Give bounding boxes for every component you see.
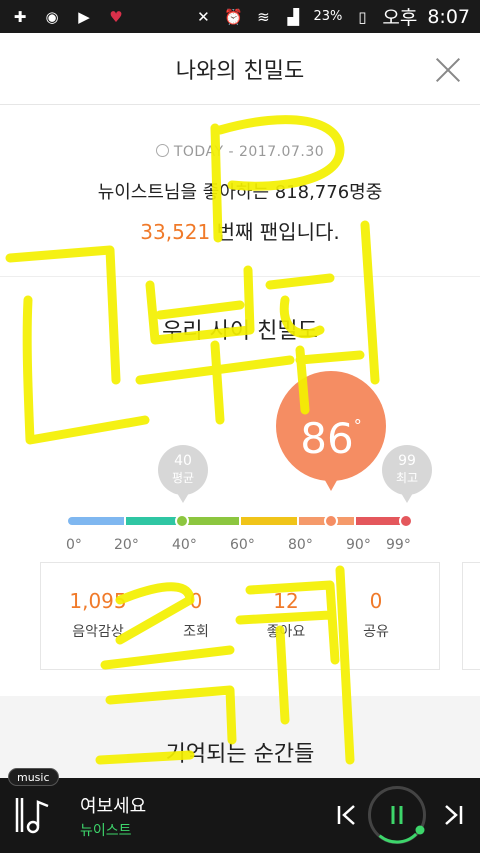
intimacy-section-title: 우리 사이 친밀도 bbox=[162, 319, 318, 344]
current-temperature-bubble: 86° bbox=[276, 371, 386, 481]
gauge-ticks: 0° 20° 40° 60° 80° 90° 99° bbox=[0, 537, 480, 557]
fan-count-text: 뉴이스트님을 좋아하는 818,776명중 bbox=[97, 182, 383, 203]
tick-label: 99° bbox=[386, 537, 411, 553]
page-header: 나와의 친밀도 bbox=[0, 33, 480, 105]
current-temperature-value: 86 bbox=[300, 414, 354, 463]
signal-icon: ▟ bbox=[287, 7, 300, 26]
degree-symbol: ° bbox=[353, 416, 362, 435]
rank-card: TODAY - 2017.07.30 뉴이스트님을 좋아하는 818,776명중… bbox=[0, 106, 480, 276]
battery-icon: ▯ bbox=[358, 7, 367, 26]
fan-rank-number: 33,521 bbox=[140, 220, 211, 244]
clock-icon bbox=[155, 144, 169, 157]
play-circle-icon: ▶ bbox=[78, 7, 90, 26]
best-pin-pointer bbox=[401, 493, 413, 503]
next-track-button[interactable] bbox=[440, 802, 466, 828]
tick-label: 80° bbox=[288, 537, 313, 553]
average-pin: 40 평균 bbox=[158, 445, 208, 495]
alarm-icon: ⏰ bbox=[224, 7, 243, 26]
bubble-pointer bbox=[322, 475, 340, 491]
battery-percent: 23% bbox=[313, 9, 343, 24]
clock-time: 8:07 bbox=[427, 5, 470, 28]
stat-label: 좋아요 bbox=[266, 624, 306, 640]
previous-track-button[interactable] bbox=[334, 802, 360, 828]
temperature-gauge bbox=[68, 517, 412, 525]
tick-label: 60° bbox=[230, 537, 255, 553]
fan-rank-text: 33,521 번째 팬입니다. bbox=[0, 216, 480, 245]
stat-label: 공유 bbox=[363, 624, 389, 640]
activity-stats-card[interactable]: 1,095 음악감상 0 조회 12 좋아요 0 공유 bbox=[40, 562, 440, 670]
fan-rank-suffix: 번째 팬입니다. bbox=[210, 220, 340, 244]
average-label: 평균 bbox=[171, 471, 195, 485]
heart-icon: ♥ bbox=[109, 7, 123, 26]
next-card-peek[interactable] bbox=[462, 562, 480, 670]
mute-icon: ✕ bbox=[197, 7, 210, 26]
stat-listening: 1,095 음악감상 bbox=[53, 589, 143, 641]
page-title: 나와의 친밀도 bbox=[175, 58, 305, 84]
music-badge: music bbox=[8, 768, 59, 786]
music-player[interactable]: 여보세요 뉴이스트 bbox=[0, 778, 480, 853]
wifi-icon: ≋ bbox=[257, 7, 270, 26]
stat-value: 12 bbox=[273, 589, 299, 613]
intimacy-content[interactable]: TODAY - 2017.07.30 뉴이스트님을 좋아하는 818,776명중… bbox=[0, 106, 480, 778]
best-label: 최고 bbox=[395, 471, 419, 485]
stat-value: 0 bbox=[369, 589, 383, 613]
moments-section-title: 기억되는 순간들 bbox=[165, 742, 315, 767]
status-bar: ✚ ◉ ▶ ♥ ✕ ⏰ ≋ ▟ 23% ▯ 오후 8:07 bbox=[0, 0, 480, 33]
music-app-icon: ◉ bbox=[45, 7, 59, 26]
stat-shares: 0 공유 bbox=[331, 589, 421, 641]
today-row: TODAY - 2017.07.30 bbox=[0, 144, 480, 160]
tick-label: 20° bbox=[114, 537, 139, 553]
best-marker bbox=[399, 514, 413, 528]
stat-likes: 12 좋아요 bbox=[241, 589, 331, 641]
stat-value: 0 bbox=[189, 589, 203, 613]
today-date: - 2017.07.30 bbox=[228, 144, 325, 160]
stat-views: 0 조회 bbox=[151, 589, 241, 641]
track-artist[interactable]: 뉴이스트 bbox=[80, 820, 132, 840]
clock-ampm: 오후 bbox=[382, 7, 418, 29]
stat-value: 1,095 bbox=[69, 589, 127, 613]
tick-label: 40° bbox=[172, 537, 197, 553]
average-pin-pointer bbox=[177, 493, 189, 503]
music-note-icon bbox=[15, 798, 49, 834]
best-pin: 99 최고 bbox=[382, 445, 432, 495]
stat-label: 음악감상 bbox=[72, 624, 124, 640]
best-value: 99 bbox=[398, 453, 416, 469]
stat-label: 조회 bbox=[183, 624, 209, 640]
close-button[interactable] bbox=[434, 55, 462, 83]
pause-button[interactable] bbox=[368, 786, 426, 844]
playback-progress-ring bbox=[368, 786, 426, 844]
current-marker bbox=[324, 514, 338, 528]
add-icon: ✚ bbox=[13, 7, 27, 26]
today-label: TODAY bbox=[173, 144, 224, 160]
average-marker bbox=[175, 514, 189, 528]
tick-label: 0° bbox=[66, 537, 82, 553]
average-value: 40 bbox=[174, 453, 192, 469]
track-title[interactable]: 여보세요 bbox=[80, 792, 146, 818]
tick-label: 90° bbox=[346, 537, 371, 553]
